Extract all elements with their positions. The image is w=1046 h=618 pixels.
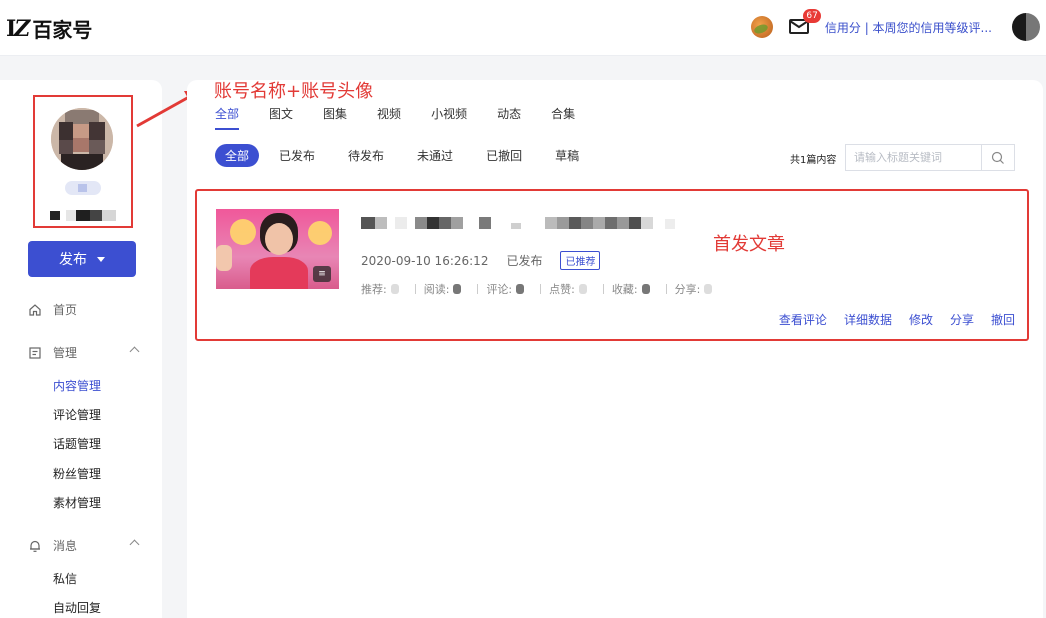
logo[interactable]: IZ 百家号 (6, 14, 92, 43)
tab-short-video[interactable]: 小视频 (431, 105, 467, 122)
stat-read: 阅读: (424, 281, 470, 297)
logo-text: 百家号 (32, 18, 93, 42)
sidebar-item-fans[interactable]: 粉丝管理 (53, 465, 101, 482)
account-name-pixelated (50, 210, 120, 221)
tab-article[interactable]: 图文 (269, 105, 293, 122)
search-box (845, 144, 1015, 171)
sidebar-item-comments[interactable]: 评论管理 (53, 406, 101, 423)
nav-messages-label: 消息 (53, 539, 78, 553)
logo-mark-icon: IZ (6, 15, 30, 42)
sidebar-item-auto-reply[interactable]: 自动回复 (53, 599, 101, 616)
search-icon (991, 151, 1004, 164)
image-count-icon: ≡ (313, 266, 331, 282)
nav-messages[interactable]: 消息 (28, 537, 140, 554)
chevron-up-icon (129, 346, 140, 357)
sidebar: 发布 首页 管理 内容管理 评论管理 话题管理 粉丝管理 素材管理 消息 私信 … (0, 80, 162, 618)
annotation-first-article: 首发文章 (713, 234, 785, 255)
status-filters: 全部 已发布 待发布 未通过 已撤回 草稿 (215, 144, 612, 167)
top-bar: IZ 百家号 67 信用分 | 本周您的信用等级评... (0, 0, 1046, 56)
article-thumbnail[interactable]: ≡ (216, 209, 339, 289)
content-count: 共1篇内容 (790, 155, 837, 166)
tab-collection[interactable]: 合集 (551, 105, 575, 122)
level-badge (65, 181, 101, 195)
article-meta: 2020-09-10 16:26:12 已发布 已推荐 (361, 251, 601, 270)
nav-home[interactable]: 首页 (28, 301, 138, 318)
annotation-account: 账号名称+账号头像 (214, 81, 374, 102)
filter-pending[interactable]: 待发布 (348, 147, 384, 164)
coin-icon[interactable] (750, 16, 773, 38)
sidebar-item-content[interactable]: 内容管理 (53, 377, 101, 394)
nav-manage[interactable]: 管理 (28, 344, 140, 361)
document-icon (28, 346, 42, 360)
tab-all[interactable]: 全部 (215, 105, 240, 130)
chevron-up-icon (129, 539, 140, 550)
account-avatar[interactable] (51, 108, 113, 170)
stat-divider (477, 284, 479, 294)
filter-published[interactable]: 已发布 (279, 147, 315, 164)
mail-badge: 67 (803, 9, 821, 23)
stat-divider (540, 284, 542, 294)
mail-button[interactable]: 67 (788, 9, 821, 36)
user-avatar[interactable] (1012, 13, 1040, 41)
article-datetime: 2020-09-10 16:26:12 (361, 253, 489, 268)
filter-withdrawn[interactable]: 已撤回 (486, 147, 522, 164)
article-stats: 推荐: 阅读: 评论: 点赞: 收藏: 分享: (361, 281, 720, 297)
stat-comment: 评论: (486, 281, 532, 297)
bell-icon (28, 539, 42, 553)
stat-divider (414, 284, 416, 294)
tab-gallery[interactable]: 图集 (323, 105, 347, 122)
sidebar-item-topics[interactable]: 话题管理 (53, 435, 101, 452)
detailed-data-link[interactable]: 详细数据 (844, 311, 892, 328)
credit-link[interactable]: 信用分 | 本周您的信用等级评... (825, 19, 992, 36)
nav-manage-label: 管理 (53, 346, 78, 360)
stat-divider (602, 284, 604, 294)
filter-rejected[interactable]: 未通过 (417, 147, 453, 164)
content-panel: 账号名称+账号头像 全部 图文 图集 视频 小视频 动态 合集 全部 已发布 待… (187, 80, 1043, 618)
stat-divider (665, 284, 667, 294)
account-annotation-box (33, 95, 133, 228)
stat-collect: 收藏: (612, 281, 658, 297)
article-status: 已发布 (506, 254, 543, 268)
sidebar-item-materials[interactable]: 素材管理 (53, 494, 101, 511)
home-icon (28, 303, 42, 317)
filter-drafts[interactable]: 草稿 (555, 147, 579, 164)
stat-recommend: 推荐: (361, 281, 407, 297)
tab-dynamic[interactable]: 动态 (497, 105, 521, 122)
publish-button[interactable]: 发布 (28, 241, 136, 277)
nav-home-label: 首页 (53, 303, 78, 317)
chevron-down-icon (97, 256, 105, 262)
publish-label: 发布 (59, 251, 87, 267)
search-button[interactable] (981, 145, 1014, 170)
tab-video[interactable]: 视频 (377, 105, 401, 122)
edit-link[interactable]: 修改 (909, 311, 933, 328)
search-input[interactable] (846, 145, 981, 170)
stat-like: 点赞: (549, 281, 595, 297)
article-title-pixelated[interactable] (361, 217, 681, 229)
share-link[interactable]: 分享 (950, 311, 974, 328)
article-actions: 查看评论 详细数据 修改 分享 撤回 (762, 311, 1015, 328)
stat-share: 分享: (675, 281, 721, 297)
withdraw-link[interactable]: 撤回 (991, 311, 1015, 328)
content-type-tabs: 全部 图文 图集 视频 小视频 动态 合集 (215, 105, 605, 130)
article-card: ≡ 首发文章 2020-09-10 16:26:12 已发布 已推荐 推荐: 阅… (195, 189, 1029, 341)
filter-all[interactable]: 全部 (215, 144, 260, 167)
recommended-badge: 已推荐 (560, 251, 601, 270)
sidebar-item-private-messages[interactable]: 私信 (53, 570, 77, 587)
view-comments-link[interactable]: 查看评论 (779, 311, 827, 328)
